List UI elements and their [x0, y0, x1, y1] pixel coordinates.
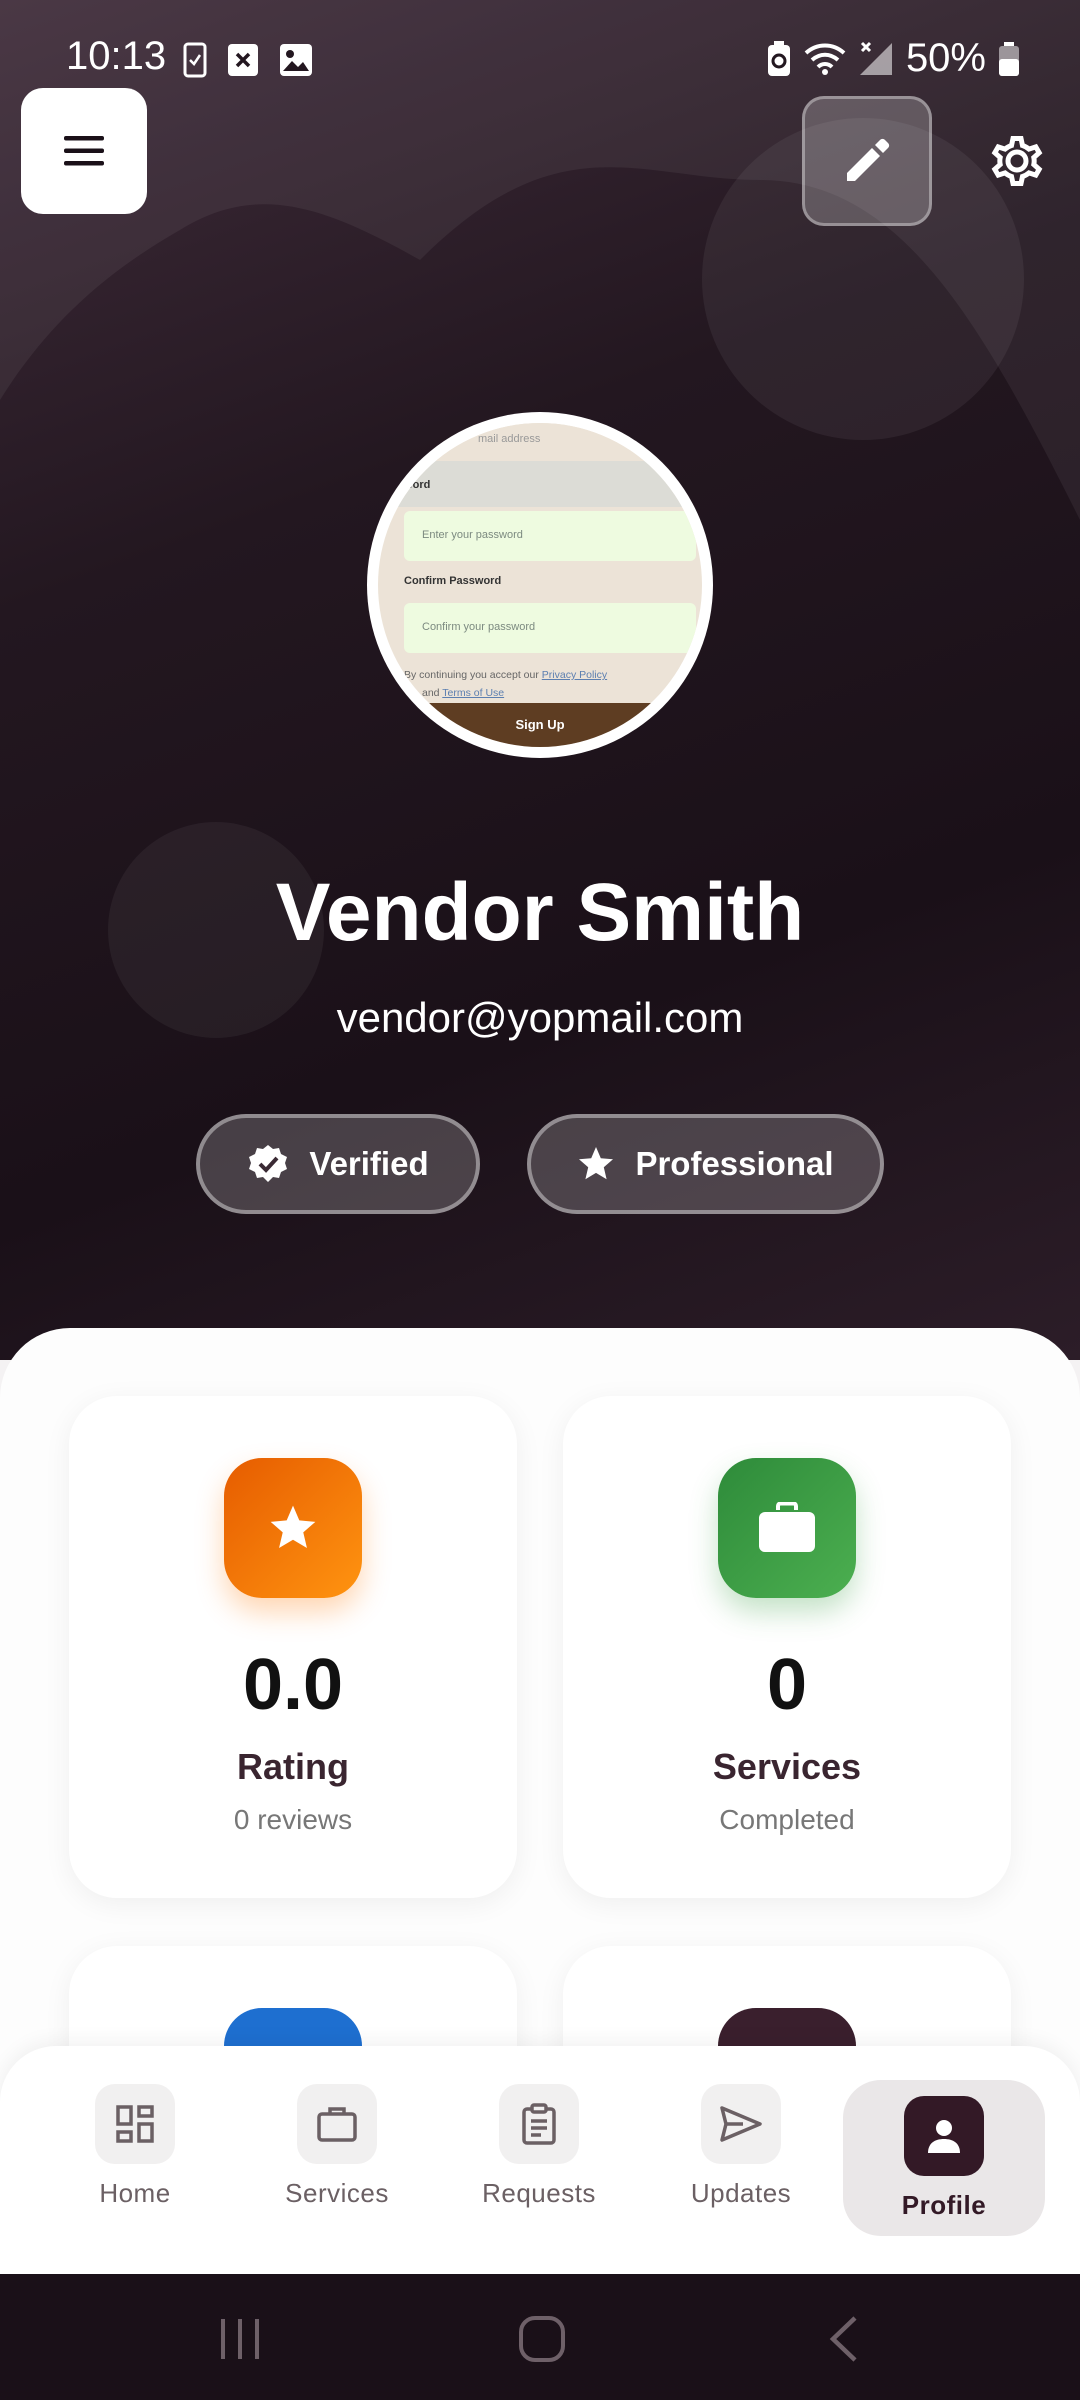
pencil-icon — [847, 138, 890, 181]
nav-home[interactable]: Home — [40, 2084, 230, 2234]
verified-badge: Verified — [196, 1114, 480, 1214]
star-icon — [579, 1147, 614, 1180]
nav-requests-label: Requests — [482, 2178, 596, 2208]
notification-icons — [182, 42, 314, 78]
wifi-icon — [804, 43, 846, 75]
rating-label: Rating — [237, 1746, 349, 1787]
avatar-terms-link: Terms of Use — [442, 687, 505, 699]
nav-updates[interactable]: Updates — [646, 2084, 836, 2234]
nav-home-label: Home — [99, 2178, 171, 2208]
settings-button[interactable] — [982, 126, 1052, 196]
nav-home-icon-box — [95, 2084, 175, 2164]
avatar-image: mail address sword Enter your password C… — [378, 423, 702, 747]
professional-badge-label: Professional — [635, 1145, 834, 1182]
nav-profile-label: Profile — [901, 2190, 987, 2220]
briefcase-icon — [317, 2107, 357, 2142]
back-button[interactable] — [804, 2304, 884, 2374]
rating-reviews: 0 reviews — [233, 1804, 353, 1835]
rating-card[interactable]: 0.0 Rating 0 reviews — [69, 1396, 517, 1898]
avatar-email-hint: mail address — [478, 433, 541, 445]
avatar-terms-line-2: and Terms of Use — [422, 687, 504, 699]
avatar-confirm-label: Confirm Password — [404, 575, 502, 587]
person-icon — [928, 2120, 960, 2153]
nav-updates-label: Updates — [690, 2178, 792, 2208]
battery-icon — [999, 41, 1019, 76]
star-icon — [270, 1505, 316, 1548]
clipboard-icon — [522, 2103, 556, 2145]
services-icon-tile — [718, 1458, 856, 1598]
profile-avatar[interactable]: mail address sword Enter your password C… — [367, 412, 713, 758]
avatar-privacy-link: Privacy Policy — [541, 669, 608, 681]
gear-icon — [991, 136, 1043, 186]
nav-requests-icon-box — [499, 2084, 579, 2164]
edit-profile-button[interactable] — [802, 96, 932, 226]
image-icon — [280, 44, 312, 76]
phone-icon — [183, 42, 207, 78]
system-navigation-bar — [0, 2274, 1080, 2400]
recents-icon — [221, 2319, 259, 2359]
status-time: 10:13 — [66, 34, 167, 78]
rating-icon-tile — [224, 1458, 362, 1598]
nav-profile[interactable]: Profile — [843, 2080, 1045, 2236]
home-button[interactable] — [502, 2304, 582, 2374]
services-sub: Completed — [719, 1804, 855, 1835]
signal-icon — [859, 41, 892, 75]
professional-badge: Professional — [527, 1114, 884, 1214]
verified-badge-label: Verified — [309, 1145, 429, 1182]
nav-requests[interactable]: Requests — [444, 2084, 634, 2234]
avatar-signup-bar: Sign Up — [378, 703, 702, 747]
avatar-password-field: Enter your password — [404, 511, 696, 561]
battery-saver-icon — [767, 40, 790, 76]
avatar-password-label: sword — [398, 479, 431, 491]
avatar-terms-and: and — [422, 687, 440, 699]
battery-percent: 50% — [905, 36, 986, 80]
nav-services-icon-box — [297, 2084, 377, 2164]
hamburger-menu-icon — [64, 136, 104, 166]
avatar-terms-prefix: By continuing you accept our — [404, 669, 539, 681]
avatar-terms-line-1: By continuing you accept our Privacy Pol… — [404, 669, 607, 681]
close-box-icon — [228, 44, 258, 76]
services-card[interactable]: 0 Services Completed — [563, 1396, 1011, 1898]
services-label: Services — [712, 1746, 862, 1787]
nav-updates-icon-box — [701, 2084, 781, 2164]
services-value: 0 — [766, 1645, 808, 1725]
avatar-confirm-field: Confirm your password — [404, 603, 696, 653]
profile-email: vendor@yopmail.com — [336, 994, 744, 1041]
briefcase-icon — [759, 1502, 815, 1552]
send-icon — [720, 2106, 762, 2142]
home-circle-icon — [519, 2316, 565, 2362]
nav-services-label: Services — [285, 2178, 389, 2208]
system-status-icons: 50% — [766, 36, 1020, 81]
back-chevron-icon — [829, 2316, 857, 2362]
verified-badge-icon — [249, 1145, 288, 1182]
recents-button[interactable] — [200, 2304, 280, 2374]
profile-name: Vendor Smith — [275, 867, 805, 958]
nav-services[interactable]: Services — [242, 2084, 432, 2234]
menu-button[interactable] — [21, 88, 147, 214]
nav-profile-icon-box — [904, 2096, 984, 2176]
bottom-navigation: Home Services Requests Updates Profile — [0, 2046, 1080, 2274]
dashboard-icon — [116, 2105, 154, 2143]
rating-value: 0.0 — [242, 1645, 344, 1725]
